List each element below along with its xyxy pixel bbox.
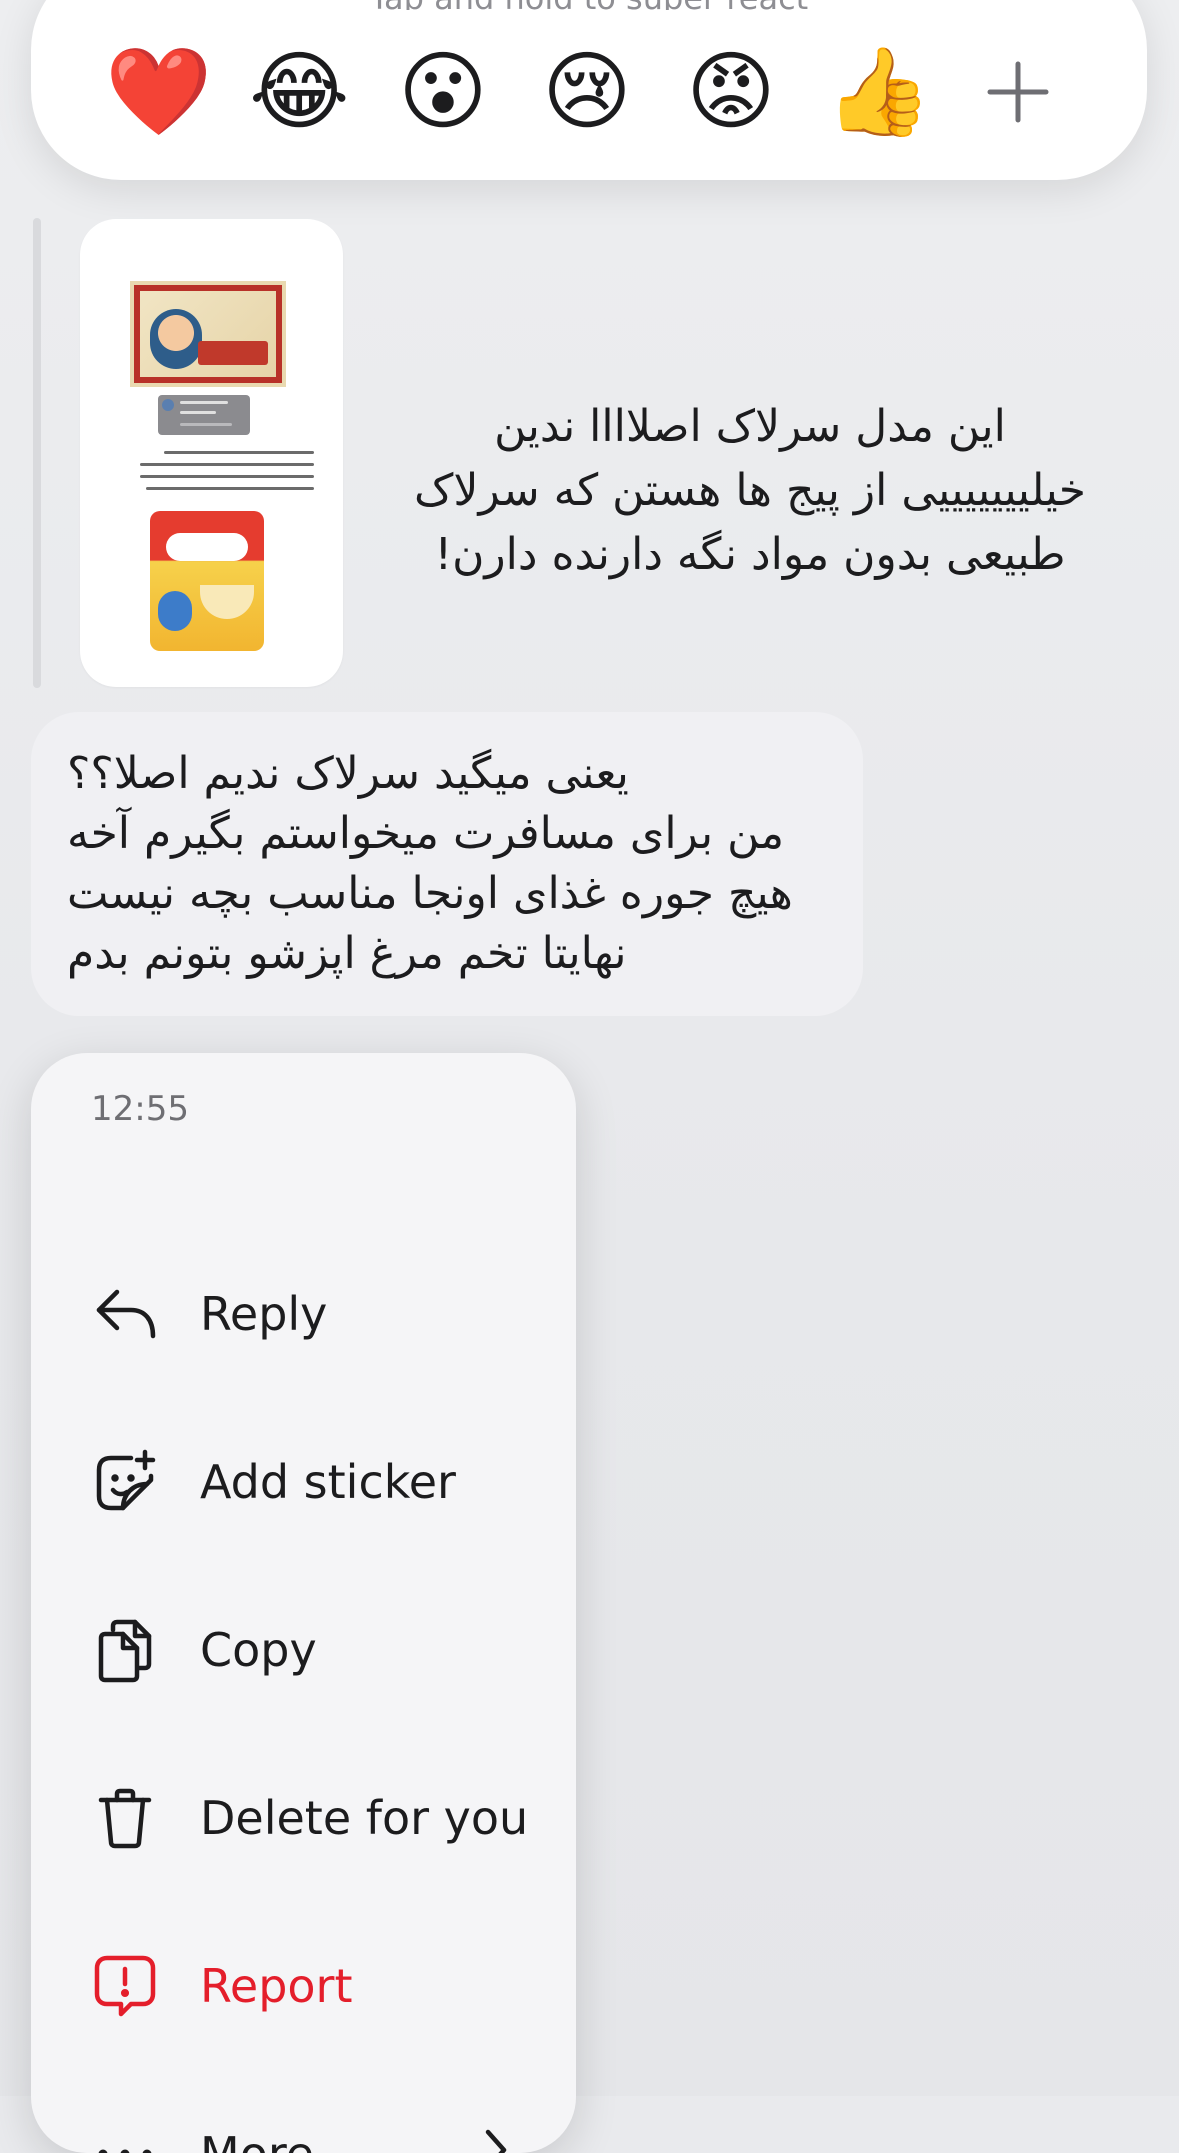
menu-item-label: Report [200, 1958, 353, 2014]
menu-item-delete-for-you[interactable]: Delete for you [31, 1754, 576, 1874]
screen: Tap and hold to super react ❤️ 😂 😮 😢 😡 👍 [0, 0, 1179, 2096]
post-text-line [164, 451, 314, 454]
product-can-logo [166, 533, 248, 561]
message-context-menu: 12:55 Reply [31, 1053, 576, 2153]
product-image-label [198, 341, 268, 365]
comment-line [180, 401, 228, 404]
post-comment-preview [158, 395, 250, 435]
comment-line [180, 423, 232, 426]
reply-icon [89, 1278, 161, 1350]
product-image [130, 281, 286, 387]
menu-item-add-sticker[interactable]: Add sticker [31, 1418, 576, 1538]
reaction-face-with-tears-of-joy[interactable]: 😂 [249, 42, 349, 142]
message-timestamp: 12:55 [91, 1089, 189, 1129]
product-can-image [150, 511, 264, 651]
chevron-right-icon [476, 2120, 516, 2153]
reply-bar [33, 218, 41, 688]
product-can-mascot [158, 591, 192, 631]
reaction-angry-face[interactable]: 😡 [681, 42, 781, 142]
menu-item-report[interactable]: Report [31, 1922, 576, 2042]
reaction-thumbs-up[interactable]: 👍 [825, 42, 925, 142]
reaction-hint: Tap and hold to super react [31, 0, 1147, 10]
comment-line [180, 411, 216, 414]
menu-item-more[interactable]: More [31, 2090, 576, 2153]
reaction-red-heart[interactable]: ❤️ [105, 42, 205, 142]
avatar [162, 399, 174, 411]
product-image-inner [140, 291, 276, 377]
copy-icon [89, 1614, 161, 1686]
report-icon [89, 1950, 161, 2022]
menu-item-reply[interactable]: Reply [31, 1250, 576, 1370]
add-sticker-icon [89, 1446, 161, 1518]
menu-item-copy[interactable]: Copy [31, 1586, 576, 1706]
message-text: یعنی میگید سرلاک ندیم اصلا؟؟ من برای مسا… [67, 744, 837, 984]
product-can-bowl [200, 585, 254, 619]
product-image-face [150, 309, 202, 369]
plus-icon[interactable] [968, 42, 1068, 142]
message-bubble[interactable]: یعنی میگید سرلاک ندیم اصلا؟؟ من برای مسا… [31, 712, 863, 1016]
post-text-line [140, 475, 314, 478]
menu-item-label: Delete for you [200, 1790, 528, 1846]
menu-item-label: Reply [200, 1286, 327, 1342]
more-icon [89, 2118, 161, 2153]
trash-icon [89, 1782, 161, 1854]
plus-icon-svg [968, 42, 1068, 142]
post-text-line [146, 487, 314, 490]
menu-item-label: Add sticker [200, 1454, 456, 1510]
reaction-face-with-open-mouth[interactable]: 😮 [393, 42, 493, 142]
shared-post-caption: این مدل سرلاک اصلاااا ندین خیلیییییییی ا… [410, 395, 1090, 587]
post-text-line [140, 463, 314, 466]
shared-post-thumbnail[interactable] [80, 219, 343, 687]
reaction-bar: Tap and hold to super react ❤️ 😂 😮 😢 😡 👍 [31, 0, 1147, 180]
menu-item-label: Copy [200, 1622, 317, 1678]
reaction-crying-face[interactable]: 😢 [537, 42, 637, 142]
emoji-row: ❤️ 😂 😮 😢 😡 👍 [31, 42, 1147, 152]
menu-item-label: More [200, 2126, 314, 2153]
